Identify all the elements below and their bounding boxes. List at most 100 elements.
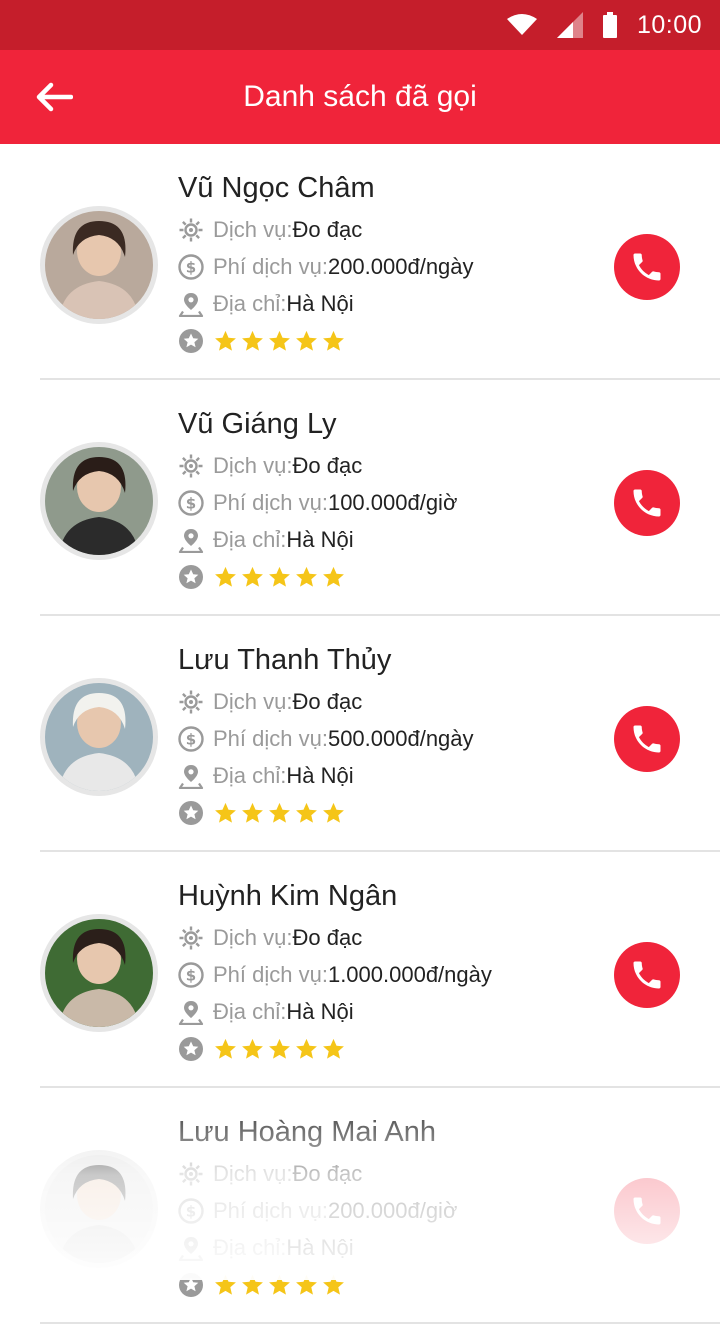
star-icon (296, 1274, 317, 1295)
star-icon (215, 1038, 236, 1059)
call-button[interactable] (614, 234, 680, 300)
star-icon (242, 802, 263, 823)
star-badge-icon (179, 329, 203, 353)
address-value: Hà Nội (286, 527, 354, 552)
avatar (40, 678, 158, 796)
gear-icon (179, 926, 203, 950)
fee-row: $ Phí dịch vụ: 500.000đ/ngày (178, 724, 474, 754)
list-item[interactable]: Lưu Thanh Thủy Dịch vụ: Đo đạc $ Phí dịc… (0, 616, 720, 852)
called-list: Vũ Ngọc Châm Dịch vụ: Đo đạc $ Phí dịch … (0, 144, 720, 1324)
address-value: Hà Nội (286, 763, 354, 788)
gear-icon (179, 218, 203, 242)
call-button[interactable] (614, 706, 680, 772)
app-bar: Danh sách đã gọi (0, 50, 720, 144)
person-name: Huỳnh Kim Ngân (178, 880, 398, 912)
avatar (40, 206, 158, 324)
star-icon (215, 1274, 236, 1295)
dollar-coin-icon: $ (178, 254, 204, 280)
fee-value: 1.000.000đ/ngày (327, 962, 492, 987)
star-badge-icon (179, 801, 203, 825)
star-badge-icon (179, 565, 203, 589)
list-item[interactable]: Huỳnh Kim Ngân Dịch vụ: Đo đạc $ Phí dịc… (0, 852, 720, 1088)
dollar-coin-icon: $ (178, 490, 204, 516)
list-item[interactable]: Vũ Giáng Ly Dịch vụ: Đo đạc $ Phí dịch v… (0, 380, 720, 616)
star-badge-icon (179, 1273, 203, 1297)
star-icon (215, 566, 236, 587)
address-label: Địa chỉ: (213, 763, 287, 788)
star-badge-icon (179, 1037, 203, 1061)
address-label: Địa chỉ: (213, 1235, 287, 1260)
star-icon (215, 330, 236, 351)
fee-value: 100.000đ/giờ (327, 490, 458, 515)
address-row: Địa chỉ: Hà Nội (178, 997, 354, 1027)
person-name: Lưu Hoàng Mai Anh (178, 1116, 437, 1148)
list-item[interactable]: Lưu Hoàng Mai Anh Dịch vụ: Đo đạc $ Phí … (0, 1088, 720, 1324)
phone-icon (633, 961, 661, 989)
avatar (40, 1150, 158, 1268)
address-label: Địa chỉ: (213, 999, 287, 1024)
page-title: Danh sách đã gọi (243, 80, 477, 113)
wifi-icon (506, 14, 537, 35)
fee-label: Phí dịch vụ: (213, 726, 328, 751)
svg-text:$: $ (186, 967, 196, 985)
service-value: Đo đạc (292, 453, 363, 478)
avatar-photo (45, 211, 153, 319)
star-icon (296, 1038, 317, 1059)
rating-row (178, 1270, 348, 1300)
avatar-photo (45, 683, 153, 791)
address-row: Địa chỉ: Hà Nội (178, 289, 354, 319)
rating-row (178, 326, 348, 356)
service-label: Dịch vụ: (213, 217, 293, 242)
fee-value: 200.000đ/ngày (327, 254, 474, 279)
location-pin-icon (178, 529, 204, 553)
star-icon (242, 1038, 263, 1059)
service-label: Dịch vụ: (213, 689, 293, 714)
rating-stars (213, 1037, 348, 1062)
avatar (40, 914, 158, 1032)
fee-row: $ Phí dịch vụ: 100.000đ/giờ (178, 488, 457, 518)
phone-icon (633, 253, 661, 281)
location-pin-icon (178, 765, 204, 789)
star-icon (269, 566, 290, 587)
rating-row (178, 798, 348, 828)
dollar-coin-icon: $ (178, 726, 204, 752)
gear-icon (179, 1162, 203, 1186)
service-row: Dịch vụ: Đo đạc (178, 687, 362, 717)
service-value: Đo đạc (292, 689, 363, 714)
star-icon (323, 566, 344, 587)
person-name: Vũ Giáng Ly (178, 408, 337, 440)
list-item[interactable]: Vũ Ngọc Châm Dịch vụ: Đo đạc $ Phí dịch … (0, 144, 720, 380)
star-icon (296, 330, 317, 351)
call-button[interactable] (614, 942, 680, 1008)
fee-label: Phí dịch vụ: (213, 490, 328, 515)
rating-stars (213, 329, 348, 354)
address-row: Địa chỉ: Hà Nội (178, 525, 354, 555)
avatar (40, 442, 158, 560)
gear-icon (179, 454, 203, 478)
call-button[interactable] (614, 470, 680, 536)
fee-row: $ Phí dịch vụ: 1.000.000đ/ngày (178, 960, 492, 990)
service-value: Đo đạc (292, 1161, 363, 1186)
fee-label: Phí dịch vụ: (213, 254, 328, 279)
star-icon (323, 330, 344, 351)
service-row: Dịch vụ: Đo đạc (178, 1159, 362, 1189)
fee-value: 500.000đ/ngày (327, 726, 474, 751)
service-label: Dịch vụ: (213, 925, 293, 950)
service-label: Dịch vụ: (213, 453, 293, 478)
star-icon (242, 1274, 263, 1295)
star-icon (242, 330, 263, 351)
rating-row (178, 562, 348, 592)
fee-row: $ Phí dịch vụ: 200.000đ/ngày (178, 252, 474, 282)
avatar-photo (45, 447, 153, 555)
star-icon (323, 1038, 344, 1059)
rating-stars (213, 565, 348, 590)
rating-stars (213, 1273, 348, 1298)
service-value: Đo đạc (292, 217, 363, 242)
call-button[interactable] (614, 1178, 680, 1244)
service-value: Đo đạc (292, 925, 363, 950)
service-row: Dịch vụ: Đo đạc (178, 451, 362, 481)
signal-icon (556, 12, 583, 38)
dollar-coin-icon: $ (178, 962, 204, 988)
svg-text:$: $ (186, 731, 196, 749)
service-row: Dịch vụ: Đo đạc (178, 215, 362, 245)
